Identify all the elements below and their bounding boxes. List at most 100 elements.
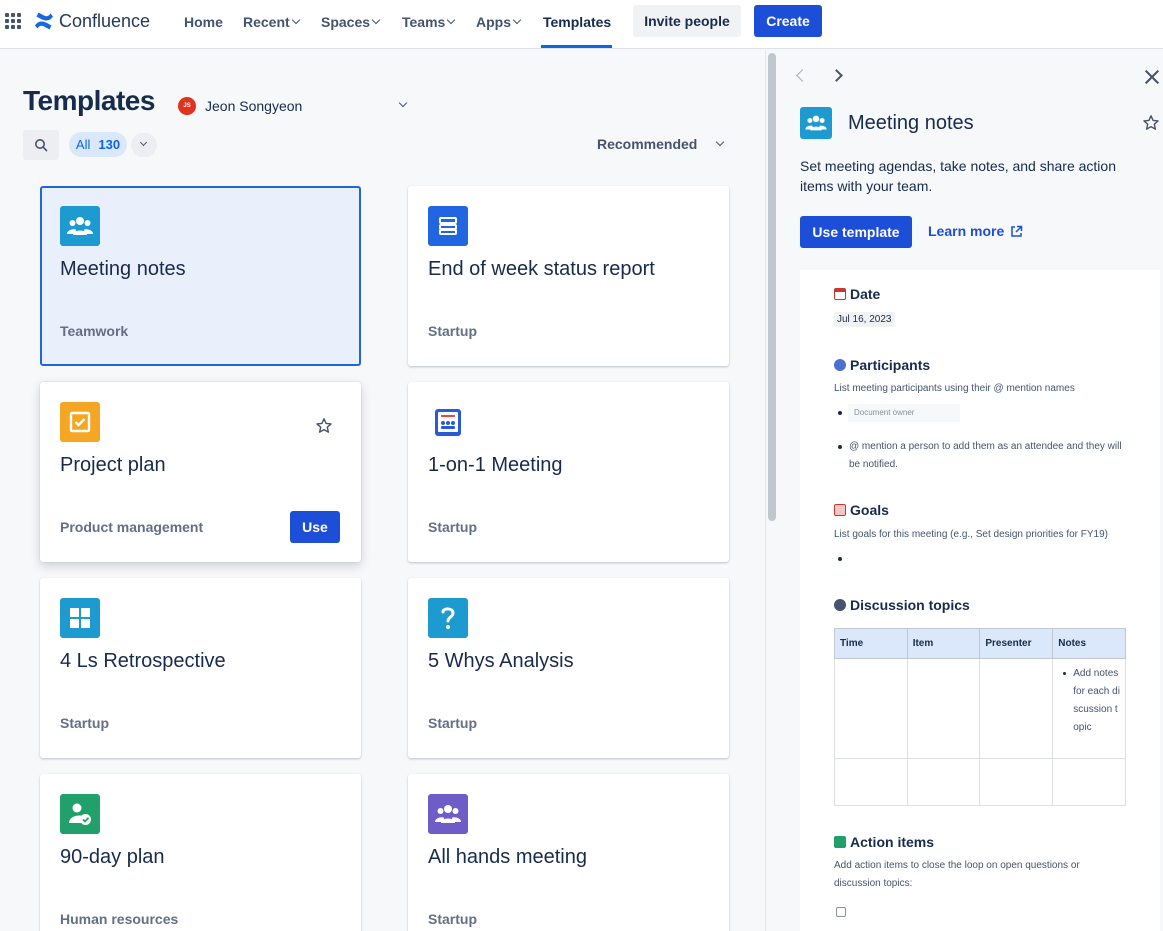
template-card-1-on-1-meeting[interactable]: 1-on-1 Meeting Startup — [408, 382, 729, 562]
table-cell — [979, 658, 1054, 759]
card-category: Startup — [428, 519, 477, 535]
card-title: 90-day plan — [60, 846, 165, 868]
people-icon — [60, 206, 100, 246]
calendar-icon — [834, 288, 846, 300]
card-title: End of week status report — [428, 258, 655, 280]
chevron-down-icon — [398, 98, 408, 108]
template-card-end-of-week-status-report[interactable]: End of week status report Startup — [408, 186, 729, 366]
filter-all-label: All — [75, 137, 91, 152]
table-cell: Add notes for each discussion topic — [1052, 658, 1126, 759]
card-title: 4 Ls Retrospective — [60, 650, 226, 672]
list-bullet — [838, 445, 842, 449]
preview-action-heading-label: Action items — [850, 834, 935, 850]
card-category: Startup — [428, 323, 477, 339]
template-card-5-whys-analysis[interactable]: 5 Whys Analysis Startup — [408, 578, 729, 758]
confluence-logo[interactable]: Confluence — [34, 10, 150, 32]
star-icon[interactable] — [1142, 114, 1160, 137]
book-icon — [834, 504, 846, 516]
table-cell — [979, 758, 1054, 806]
card-title: 5 Whys Analysis — [428, 650, 574, 672]
top-navigation: Confluence Home Recent Spaces Teams Apps… — [0, 0, 1163, 49]
panel-description: Set meeting agendas, take notes, and sha… — [800, 158, 1116, 194]
table-header: Item — [906, 628, 981, 659]
chevron-down-icon — [139, 138, 148, 147]
table-cell — [834, 758, 908, 806]
nav-apps[interactable]: Apps — [476, 0, 522, 44]
template-card-project-plan[interactable]: Project plan Product management Use — [40, 382, 361, 562]
card-title: Project plan — [60, 454, 166, 476]
sort-dropdown[interactable]: Recommended — [597, 136, 729, 154]
nav-recent-label: Recent — [243, 14, 290, 30]
page-title: Templates — [23, 85, 155, 116]
card-category: Startup — [428, 715, 477, 731]
panel-title: Meeting notes — [848, 112, 974, 134]
date-chip: Jul 16, 2023 — [834, 312, 895, 327]
nav-spaces[interactable]: Spaces — [321, 0, 381, 44]
template-card-90-day-plan[interactable]: 90-day plan Human resources — [40, 774, 361, 931]
card-category: Startup — [428, 911, 477, 927]
preview-mention-text: @ mention a person to add them as an att… — [849, 441, 1122, 470]
table-cell — [906, 658, 981, 759]
table-header: Presenter — [979, 628, 1054, 659]
template-card-4-ls-retrospective[interactable]: 4 Ls Retrospective Startup — [40, 578, 361, 758]
table-cell — [906, 758, 981, 806]
people-icon — [428, 794, 468, 834]
chevron-down-icon — [715, 137, 725, 147]
discussion-table: Time Item Presenter Notes Add notes for … — [834, 628, 1126, 806]
card-title: 1-on-1 Meeting — [428, 454, 563, 476]
active-tab-indicator — [541, 45, 612, 48]
search-icon — [35, 139, 48, 152]
external-link-icon — [1011, 225, 1023, 237]
use-button[interactable]: Use — [290, 511, 340, 543]
preview-date-heading-label: Date — [850, 286, 881, 302]
action-item-checkbox — [836, 907, 846, 917]
nav-recent[interactable]: Recent — [243, 0, 300, 44]
card-category: Human resources — [60, 911, 179, 927]
filter-dropdown-button[interactable] — [131, 133, 157, 157]
close-icon[interactable] — [1144, 69, 1160, 85]
card-category: Product management — [60, 519, 204, 535]
list-bullet — [838, 411, 842, 415]
avatar: JS — [178, 97, 196, 115]
preview-action-heading: Action items — [834, 834, 934, 850]
learn-more-label: Learn more — [928, 223, 1005, 239]
preview-participants-heading: Participants — [834, 357, 930, 373]
preview-participants-text: List meeting participants using their @ … — [834, 383, 1075, 394]
table-header: Notes — [1052, 628, 1126, 659]
invite-people-button[interactable]: Invite people — [633, 5, 741, 37]
filter-all-chip[interactable]: All 130 — [69, 132, 127, 157]
preview-action-text: Add action items to close the loop on op… — [834, 860, 1080, 889]
nav-teams[interactable]: Teams — [402, 0, 456, 44]
nav-teams-label: Teams — [402, 14, 446, 30]
learn-more-link[interactable]: Learn more — [928, 223, 1023, 239]
template-card-meeting-notes[interactable]: Meeting notes Teamwork — [40, 186, 361, 366]
app-switcher-icon[interactable] — [5, 13, 21, 29]
scrollbar-thumb[interactable] — [768, 53, 776, 521]
table-header: Time — [834, 628, 908, 659]
preview-discussion-heading: Discussion topics — [834, 597, 970, 613]
user-selector[interactable]: JS Jeon Songyeon — [178, 95, 412, 117]
use-template-button[interactable]: Use template — [800, 216, 912, 248]
grid-four-icon — [60, 598, 100, 638]
question-icon — [428, 598, 468, 638]
template-card-all-hands-meeting[interactable]: All hands meeting Startup — [408, 774, 729, 931]
card-category: Startup — [60, 715, 109, 731]
nav-templates[interactable]: Templates — [543, 0, 611, 44]
card-category: Teamwork — [60, 323, 129, 339]
nav-templates-label: Templates — [543, 14, 612, 30]
card-title: All hands meeting — [428, 846, 587, 868]
search-button[interactable] — [23, 130, 59, 160]
document-owner-placeholder: Document owner — [848, 404, 960, 422]
chevron-down-icon — [447, 15, 456, 25]
people-icon — [800, 107, 832, 139]
user-name: Jeon Songyeon — [205, 98, 303, 114]
star-icon[interactable] — [315, 417, 333, 440]
preview-date-heading: Date — [834, 286, 880, 302]
confluence-logo-icon — [35, 12, 53, 30]
nav-spaces-label: Spaces — [321, 14, 371, 30]
create-button[interactable]: Create — [754, 5, 822, 37]
nav-home[interactable]: Home — [184, 0, 223, 44]
table-cell — [1052, 758, 1126, 806]
preview-goals-heading: Goals — [834, 502, 889, 518]
stack-icon — [428, 206, 468, 246]
